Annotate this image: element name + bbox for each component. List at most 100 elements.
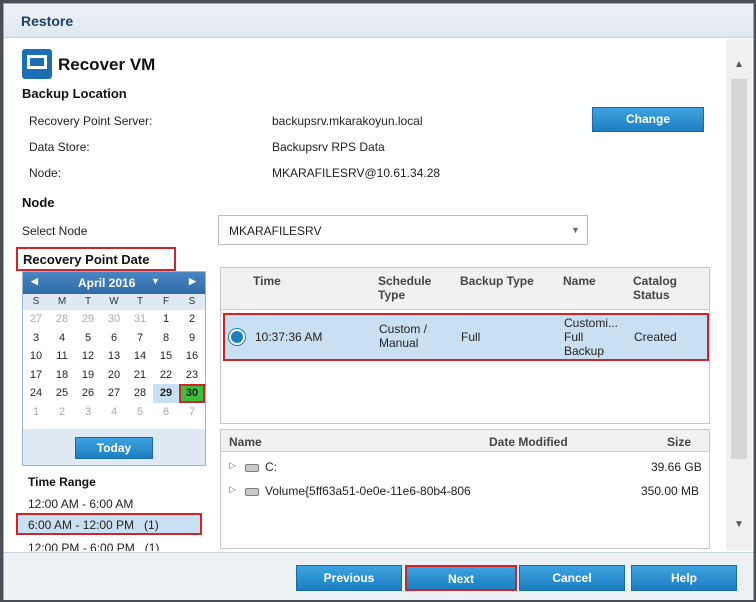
calendar-day[interactable]: 1 xyxy=(153,310,179,329)
files-header: Name Date Modified Size xyxy=(221,430,709,452)
list-item[interactable]: ▷ Volume{5ff63a51-0e0e-11e6-80b4-806 350… xyxy=(221,480,709,502)
col-time[interactable]: Time xyxy=(253,274,281,288)
files-table: Name Date Modified Size ▷ C: 39.66 GB ▷ … xyxy=(220,429,710,549)
calendar-day[interactable]: 28 xyxy=(127,384,153,403)
calendar-day[interactable]: 5 xyxy=(75,329,101,348)
calendar-day[interactable]: 28 xyxy=(49,310,75,329)
file-size: 39.66 GB xyxy=(651,460,702,474)
calendar-day[interactable]: 2 xyxy=(49,403,75,422)
datastore-label: Data Store: xyxy=(29,140,90,154)
calendar-day[interactable]: 5 xyxy=(127,403,153,422)
expand-icon[interactable]: ▷ xyxy=(229,460,236,471)
calendar-day[interactable]: 17 xyxy=(23,366,49,385)
calendar-days[interactable]: 27 28 29 30 31 1 2 3 4 5 6 7 8 9 10 11 12 13 14 15 16 17 18 19 2… xyxy=(23,310,205,421)
rp-time: 10:37:36 AM xyxy=(255,330,323,344)
weekday-label: T xyxy=(136,296,144,307)
dialog-content: Recover VM Backup Location Recovery Poin… xyxy=(4,39,725,551)
calendar-day[interactable]: 6 xyxy=(101,329,127,348)
file-name: Volume{5ff63a51-0e0e-11e6-80b4-806 xyxy=(265,484,471,498)
prev-month-icon[interactable]: ◀ xyxy=(31,276,38,287)
weekday-label: W xyxy=(109,296,119,307)
calendar-day[interactable]: 6 xyxy=(153,403,179,422)
help-button[interactable]: Help xyxy=(631,565,737,591)
page-title: Recover VM xyxy=(58,55,156,74)
today-button[interactable]: Today xyxy=(75,437,153,459)
calendar-day[interactable]: 16 xyxy=(179,347,205,366)
node-select[interactable]: MKARAFILESRV ▼ xyxy=(218,215,588,245)
rp-catalog: Created xyxy=(634,330,677,344)
weekday-label: S xyxy=(188,296,196,307)
calendar[interactable]: ◀ April 2016 ▼ ▶ SMTWTFS 27 28 29 30 31 1 2 3 4 5… xyxy=(22,271,206,466)
calendar-day[interactable]: 7 xyxy=(179,403,205,422)
calendar-day[interactable]: 3 xyxy=(23,329,49,348)
table-header: Time Schedule Type Backup Type Name Cata… xyxy=(221,268,709,310)
calendar-day[interactable]: 22 xyxy=(153,366,179,385)
recovery-point-icon xyxy=(229,329,245,345)
expand-icon[interactable]: ▷ xyxy=(229,484,236,495)
scrollbar-thumb[interactable] xyxy=(731,79,747,459)
calendar-day[interactable]: 10 xyxy=(23,347,49,366)
time-range-selected[interactable]: 6:00 AM - 12:00 PM (1) xyxy=(16,513,202,535)
calendar-day[interactable]: 20 xyxy=(101,366,127,385)
calendar-day[interactable]: 25 xyxy=(49,384,75,403)
calendar-day[interactable]: 30 xyxy=(101,310,127,329)
window-title: Restore xyxy=(21,13,74,29)
rps-value: backupsrv.mkarakoyun.local xyxy=(272,114,423,128)
calendar-day-selected[interactable]: 30 xyxy=(179,384,205,403)
next-button[interactable]: Next xyxy=(405,565,517,591)
col-file-name[interactable]: Name xyxy=(229,435,262,449)
calendar-weekdays: SMTWTFS xyxy=(23,294,205,310)
col-date-modified[interactable]: Date Modified xyxy=(489,435,568,449)
calendar-day[interactable]: 23 xyxy=(179,366,205,385)
calendar-day[interactable]: 27 xyxy=(23,310,49,329)
scroll-down-icon[interactable]: ▼ xyxy=(734,519,744,530)
time-range-item[interactable]: 12:00 AM - 6:00 AM xyxy=(28,497,133,511)
calendar-day[interactable]: 27 xyxy=(101,384,127,403)
recovery-point-date-highlight: Recovery Point Date xyxy=(16,247,176,271)
col-schedule-type[interactable]: Schedule Type xyxy=(378,274,448,302)
month-dropdown-icon[interactable]: ▼ xyxy=(151,276,160,286)
calendar-day[interactable]: 2 xyxy=(179,310,205,329)
recovery-point-date-heading: Recovery Point Date xyxy=(23,252,150,267)
time-range-item[interactable]: 12:00 PM - 6:00 PM (1) xyxy=(28,541,159,551)
calendar-day[interactable]: 29 xyxy=(153,384,179,403)
calendar-day[interactable]: 9 xyxy=(179,329,205,348)
calendar-day[interactable]: 11 xyxy=(49,347,75,366)
file-name: C: xyxy=(265,460,277,474)
calendar-day[interactable]: 4 xyxy=(101,403,127,422)
weekday-label: F xyxy=(162,296,170,307)
calendar-day[interactable]: 8 xyxy=(153,329,179,348)
calendar-day[interactable]: 18 xyxy=(49,366,75,385)
change-button[interactable]: Change xyxy=(592,107,704,132)
rps-label: Recovery Point Server: xyxy=(29,114,153,128)
time-range-item: 6:00 AM - 12:00 PM (1) xyxy=(28,518,159,532)
calendar-day[interactable]: 31 xyxy=(127,310,153,329)
vertical-scrollbar[interactable]: ▲ ▼ xyxy=(726,39,752,551)
list-item[interactable]: ▷ C: 39.66 GB xyxy=(221,456,709,478)
calendar-day[interactable]: 12 xyxy=(75,347,101,366)
restore-dialog: Restore Recover VM Backup Location Recov… xyxy=(3,3,754,600)
cancel-button[interactable]: Cancel xyxy=(519,565,625,591)
calendar-day[interactable]: 21 xyxy=(127,366,153,385)
calendar-day[interactable]: 13 xyxy=(101,347,127,366)
backup-location-heading: Backup Location xyxy=(22,86,127,101)
scroll-up-icon[interactable]: ▲ xyxy=(734,59,744,70)
calendar-day[interactable]: 26 xyxy=(75,384,101,403)
calendar-day[interactable]: 15 xyxy=(153,347,179,366)
col-backup-type[interactable]: Backup Type xyxy=(460,274,534,288)
previous-button[interactable]: Previous xyxy=(296,565,402,591)
calendar-day[interactable]: 14 xyxy=(127,347,153,366)
next-month-icon[interactable]: ▶ xyxy=(189,276,196,287)
calendar-day[interactable]: 19 xyxy=(75,366,101,385)
table-row[interactable]: 10:37:36 AM Custom / Manual Full Customi… xyxy=(223,313,709,361)
col-catalog-status[interactable]: Catalog Status xyxy=(633,274,693,302)
calendar-day[interactable]: 3 xyxy=(75,403,101,422)
calendar-day[interactable]: 1 xyxy=(23,403,49,422)
calendar-month[interactable]: April 2016 xyxy=(78,276,135,290)
col-name[interactable]: Name xyxy=(563,274,596,288)
calendar-day[interactable]: 4 xyxy=(49,329,75,348)
col-size[interactable]: Size xyxy=(667,435,691,449)
calendar-day[interactable]: 7 xyxy=(127,329,153,348)
calendar-day[interactable]: 29 xyxy=(75,310,101,329)
calendar-day[interactable]: 24 xyxy=(23,384,49,403)
